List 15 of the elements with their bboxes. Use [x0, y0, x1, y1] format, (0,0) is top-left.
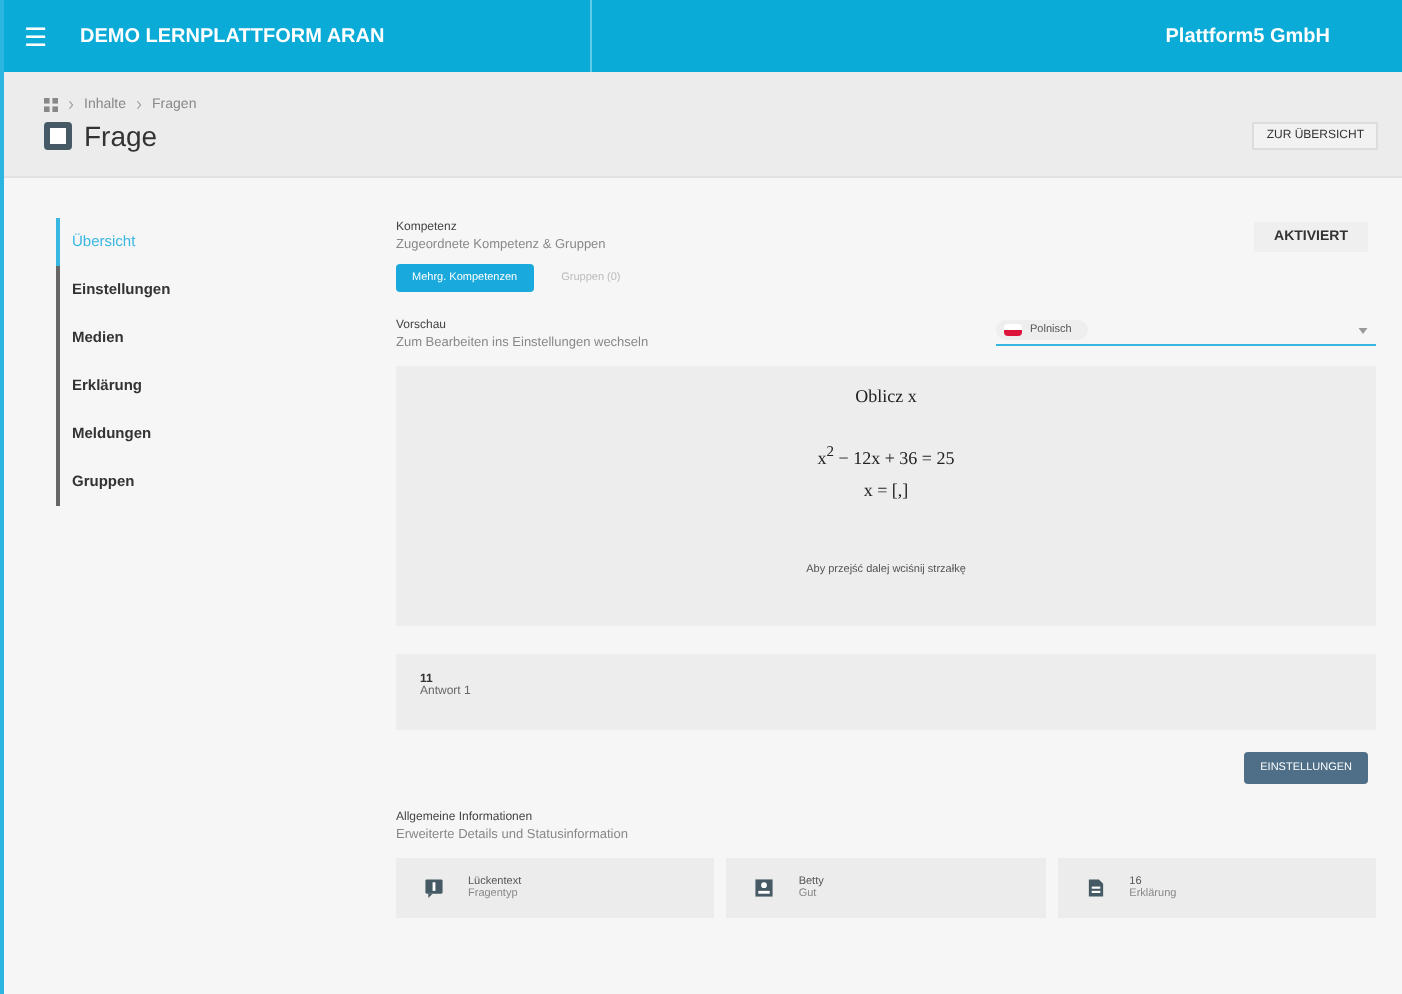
- speech-bubble-icon: [424, 878, 444, 898]
- chevron-icon: [68, 99, 74, 109]
- grid-icon[interactable]: [44, 97, 58, 111]
- question-text: Oblicz x: [855, 386, 917, 406]
- chevron-icon: [136, 99, 143, 109]
- caret-icon: [1358, 327, 1368, 333]
- person-card-icon: [754, 878, 775, 898]
- page-title: Frage: [84, 119, 158, 151]
- answer-line: x = [,]: [863, 480, 909, 500]
- document-icon: [1085, 878, 1106, 898]
- question-icon: [44, 121, 72, 149]
- flag-icon: [1004, 324, 1022, 336]
- app-title: DEMO LERNPLATTFORM ARAN: [80, 25, 385, 47]
- equation: x$^{2}$ − 12x + 36 = 25: [817, 442, 955, 468]
- organization-name: Plattform5 GmbH: [1165, 25, 1330, 47]
